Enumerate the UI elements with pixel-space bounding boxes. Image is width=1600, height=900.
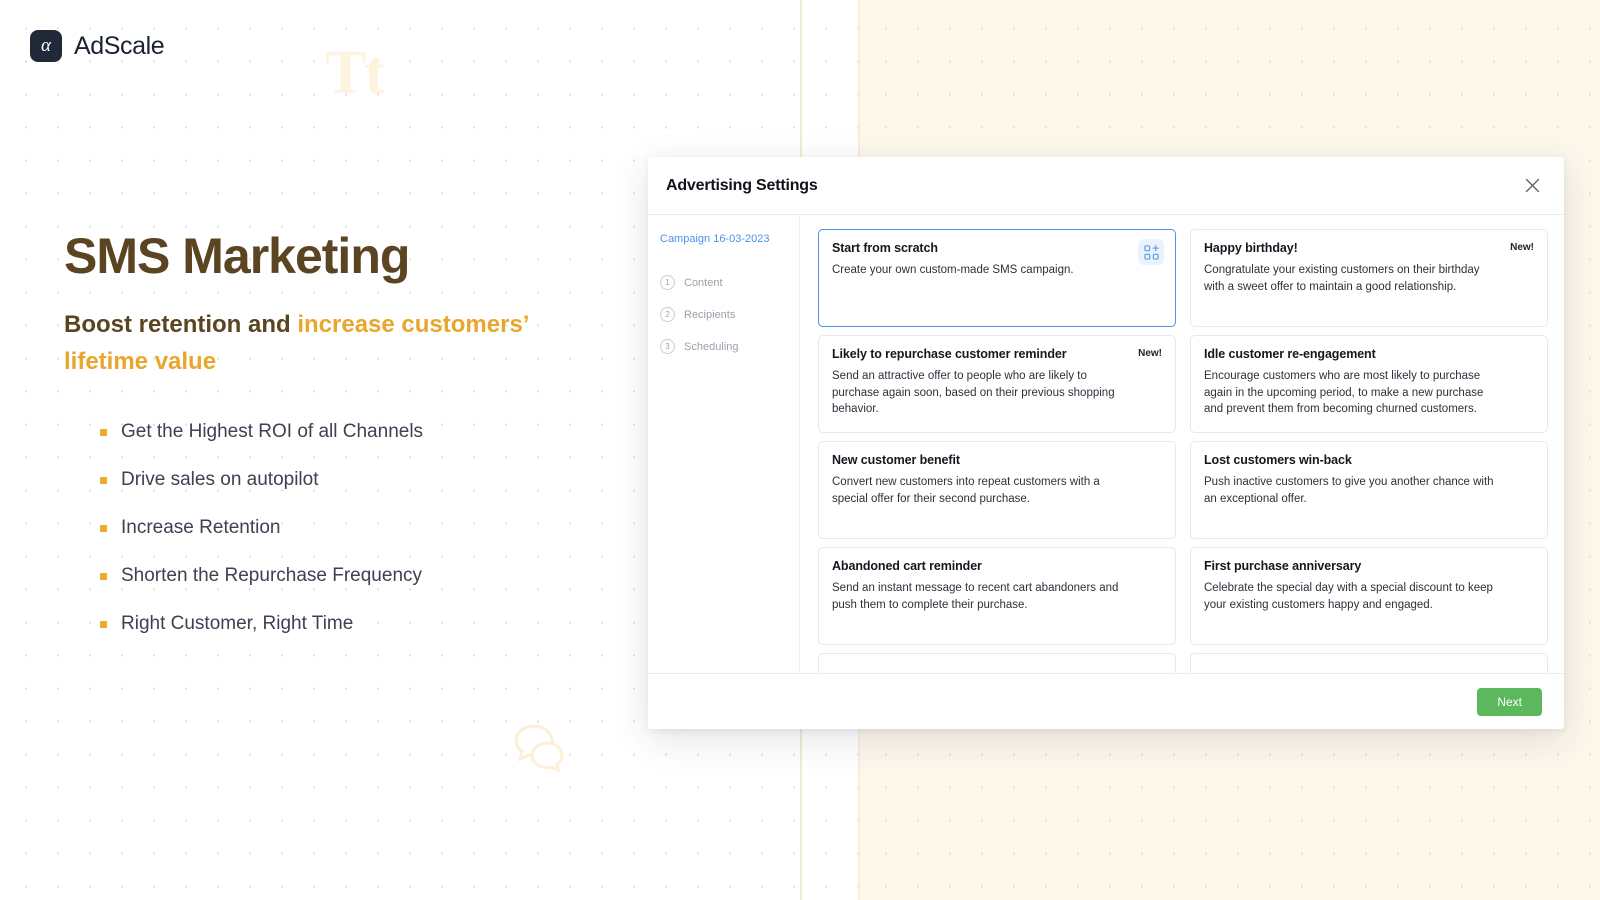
card-title: Idle customer re-engagement <box>1204 347 1376 361</box>
card-title: Happy birthday! <box>1204 241 1298 255</box>
bullet-square-icon <box>100 621 107 628</box>
status-badge: New! <box>1510 242 1534 253</box>
card-description: Encourage customers who are most likely … <box>1204 370 1484 416</box>
modal-header: Advertising Settings <box>648 157 1564 215</box>
bullet-square-icon <box>100 429 107 436</box>
modal-body: Campaign 16-03-2023 1 Content 2 Recipien… <box>648 215 1564 673</box>
hero-subtitle-plain: Boost retention and <box>64 311 298 338</box>
card-description: Push inactive customers to give you anot… <box>1204 476 1494 505</box>
bullet-square-icon <box>100 525 107 532</box>
advertising-settings-modal: Advertising Settings Campaign 16-03-2023… <box>648 157 1564 729</box>
template-card-first-purchase-anniversary[interactable]: First purchase anniversary Celebrate the… <box>1190 547 1548 645</box>
template-card-partially-visible[interactable] <box>1190 653 1548 673</box>
card-title: New customer benefit <box>832 453 960 467</box>
page-root: Tt α AdScale SMS Marketing Boost retenti… <box>0 0 1600 900</box>
modal-title: Advertising Settings <box>666 176 818 194</box>
list-item-label: Right Customer, Right Time <box>121 613 354 634</box>
close-icon[interactable] <box>1520 174 1544 198</box>
alpha-logo-icon: α <box>30 30 62 62</box>
list-item: Right Customer, Right Time <box>100 612 740 660</box>
card-description: Congratulate your existing customers on … <box>1204 264 1480 293</box>
card-description: Send an attractive offer to people who a… <box>832 370 1115 416</box>
card-description: Send an instant message to recent cart a… <box>832 582 1119 611</box>
sidebar-step-content[interactable]: 1 Content <box>660 271 799 294</box>
list-item-label: Drive sales on autopilot <box>121 469 319 490</box>
sidebar-step-scheduling[interactable]: 3 Scheduling <box>660 335 799 358</box>
list-item-label: Increase Retention <box>121 517 281 538</box>
brand-logo[interactable]: α AdScale <box>30 30 165 62</box>
card-header: New customer benefit <box>832 453 1162 467</box>
card-header: Start from scratch <box>832 241 1162 255</box>
template-card-idle-customer[interactable]: Idle customer re-engagement Encourage cu… <box>1190 335 1548 433</box>
template-card-new-customer-benefit[interactable]: New customer benefit Convert new custome… <box>818 441 1176 539</box>
step-label: Content <box>684 276 723 289</box>
bullet-square-icon <box>100 573 107 580</box>
step-number: 2 <box>660 307 675 322</box>
template-card-happy-birthday[interactable]: Happy birthday! New! Congratulate your e… <box>1190 229 1548 327</box>
list-item: Drive sales on autopilot <box>100 468 740 516</box>
card-description: Convert new customers into repeat custom… <box>832 476 1100 505</box>
template-card-lost-customers-winback[interactable]: Lost customers win-back Push inactive cu… <box>1190 441 1548 539</box>
step-number: 1 <box>660 275 675 290</box>
hero-section: SMS Marketing Boost retention and increa… <box>64 228 744 380</box>
modal-footer: Next <box>648 673 1564 729</box>
benefits-list: Get the Highest ROI of all Channels Driv… <box>100 420 740 660</box>
card-header: Idle customer re-engagement <box>1204 347 1534 361</box>
template-card-grid: Start from scratch Create your own custo… <box>818 229 1548 673</box>
card-header: Likely to repurchase customer reminder N… <box>832 347 1162 361</box>
card-header: Lost customers win-back <box>1204 453 1534 467</box>
step-label: Recipients <box>684 308 736 321</box>
card-header: Happy birthday! New! <box>1204 241 1534 255</box>
campaign-name-link[interactable]: Campaign 16-03-2023 <box>660 233 799 245</box>
card-header: First purchase anniversary <box>1204 559 1534 573</box>
template-card-partially-visible[interactable] <box>818 653 1176 673</box>
template-card-start-from-scratch[interactable]: Start from scratch Create your own custo… <box>818 229 1176 327</box>
hero-subtitle: Boost retention and increase customers’ … <box>64 306 564 380</box>
template-card-abandoned-cart[interactable]: Abandoned cart reminder Send an instant … <box>818 547 1176 645</box>
card-title: Likely to repurchase customer reminder <box>832 347 1067 361</box>
card-title: First purchase anniversary <box>1204 559 1362 573</box>
modal-sidebar: Campaign 16-03-2023 1 Content 2 Recipien… <box>648 215 800 673</box>
list-item-label: Shorten the Repurchase Frequency <box>121 565 423 586</box>
next-button[interactable]: Next <box>1477 687 1542 716</box>
brand-name: AdScale <box>74 31 165 60</box>
bullet-square-icon <box>100 477 107 484</box>
card-title: Start from scratch <box>832 241 938 255</box>
page-title: SMS Marketing <box>64 228 410 284</box>
alpha-glyph: α <box>41 35 51 56</box>
step-label: Scheduling <box>684 340 739 353</box>
list-item: Increase Retention <box>100 516 740 564</box>
card-description: Create your own custom-made SMS campaign… <box>832 264 1074 276</box>
list-item: Shorten the Repurchase Frequency <box>100 564 740 612</box>
card-title: Lost customers win-back <box>1204 453 1352 467</box>
sidebar-step-recipients[interactable]: 2 Recipients <box>660 303 799 326</box>
card-description: Celebrate the special day with a special… <box>1204 582 1493 611</box>
template-card-likely-to-repurchase[interactable]: Likely to repurchase customer reminder N… <box>818 335 1176 433</box>
card-header: Abandoned cart reminder <box>832 559 1162 573</box>
list-item-label: Get the Highest ROI of all Channels <box>121 421 424 442</box>
step-number: 3 <box>660 339 675 354</box>
list-item: Get the Highest ROI of all Channels <box>100 420 740 468</box>
card-title: Abandoned cart reminder <box>832 559 982 573</box>
grid-plus-icon <box>1138 239 1164 265</box>
status-badge: New! <box>1138 348 1162 359</box>
template-scroll-area[interactable]: Start from scratch Create your own custo… <box>800 215 1564 673</box>
